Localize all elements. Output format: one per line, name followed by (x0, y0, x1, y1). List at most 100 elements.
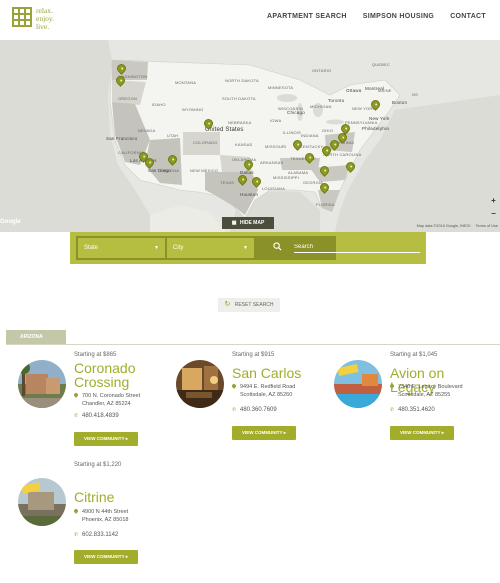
map-state-label: MISSOURI (265, 144, 287, 149)
map-state-label: IDAHO (152, 102, 166, 107)
map-state-label: COLORADO (193, 140, 218, 145)
community-photo[interactable] (18, 360, 66, 408)
phone-icon: ✆ (232, 407, 237, 413)
address: 9494 E. Redfield Road Scottsdale, AZ 852… (231, 383, 295, 399)
view-community-button[interactable]: VIEW COMMUNITY ▸ (232, 426, 296, 440)
map-state-label: ARKANSAS (260, 160, 284, 165)
logo-line: live. (36, 22, 50, 31)
community-name[interactable]: San Carlos (232, 366, 322, 380)
nav-apartment-search[interactable]: APARTMENT SEARCH (267, 13, 347, 20)
chevron-down-icon: ▼ (154, 245, 159, 251)
region-tab-arizona[interactable]: ARIZONA (6, 330, 66, 344)
map-state-label: INDIANA (301, 133, 319, 138)
address-line: Chandler, AZ 85224 (82, 401, 131, 407)
community-name[interactable]: Citrine (74, 490, 164, 504)
map-country-label: United States (205, 127, 244, 133)
map-state-label: MICHIGAN (310, 104, 332, 109)
phone[interactable]: ✆ 602.833.1142 (74, 532, 118, 538)
map-state-label: ONTARIO (312, 68, 332, 73)
map-city-label: Chicago (287, 110, 305, 115)
map-city-label: Houston (240, 192, 259, 197)
map-city-label: Boston (392, 100, 408, 105)
reset-search-label: RESET SEARCH (234, 302, 274, 308)
phone[interactable]: ✆ 480.418.4839 (74, 413, 119, 419)
state-select[interactable]: State ▼ (78, 238, 165, 258)
map-state-label: MISSISSIPPI (273, 175, 299, 180)
map-state-label: MINNESOTA (268, 85, 294, 90)
main-nav: APARTMENT SEARCH SIMPSON HOUSING CONTACT (251, 13, 486, 20)
logo-text: relax. enjoy. live. (36, 7, 54, 31)
site-header: relax. enjoy. live. APARTMENT SEARCH SIM… (0, 0, 500, 40)
phone-icon: ✆ (74, 532, 79, 538)
phone[interactable]: ✆ 480.351.4620 (390, 407, 435, 413)
map-attribution-text: Map data ©2016 Google, INEGI (416, 224, 471, 228)
phone-number: 480.418.4839 (82, 413, 119, 419)
logo-grid-icon (12, 7, 32, 27)
map-city-label: San Francisco (106, 136, 138, 141)
listing-card: Starting at $865 Coronado Crossing 700 N… (6, 350, 161, 460)
search-input[interactable] (294, 241, 420, 253)
terms-link[interactable]: Terms of Use (476, 224, 498, 228)
map-state-label: NEW MEXICO (190, 168, 219, 173)
community-photo[interactable] (334, 360, 382, 408)
map-city-label: Philadelphia (362, 126, 389, 131)
map-state-label: LOUISIANA (262, 186, 286, 191)
zoom-in-button[interactable]: + (489, 196, 498, 205)
starting-price: Starting at $1,220 (74, 462, 122, 468)
search-icon[interactable] (273, 242, 282, 251)
us-map-shape (0, 40, 500, 232)
map-state-label: NS (412, 92, 418, 97)
state-select-label: State (84, 245, 99, 251)
view-community-button[interactable]: VIEW COMMUNITY ▸ (74, 550, 138, 564)
phone-number: 480.360.7609 (240, 407, 277, 413)
map-state-label: IOWA (270, 118, 282, 123)
hide-map-label: HIDE MAP (239, 220, 265, 226)
map-icon: ▦ (231, 220, 237, 226)
map-state-label: KENTUCKY (300, 144, 324, 149)
map-state-label: QUEBEC (372, 62, 391, 67)
reset-search-button[interactable]: ↻ RESET SEARCH (218, 298, 280, 312)
map-view[interactable]: WASHINGTON MONTANA NORTH DAKOTA MINNESOT… (0, 40, 500, 232)
map-state-label: SOUTH DAKOTA (222, 96, 256, 101)
map-city-label: Montreal (365, 86, 385, 91)
chevron-down-icon: ▼ (243, 245, 248, 251)
address: 700 N. Coronado Street Chandler, AZ 8522… (73, 392, 141, 408)
address-line: Phoenix, AZ 85018 (82, 517, 129, 523)
google-logo: Google (0, 219, 21, 225)
map-state-label: NORTH DAKOTA (225, 78, 259, 83)
phone[interactable]: ✆ 480.360.7609 (232, 407, 277, 413)
phone-number: 602.833.1142 (82, 532, 119, 538)
community-photo[interactable] (176, 360, 224, 408)
address-line: 700 N. Coronado Street (82, 393, 141, 399)
listing-card: Starting at $915 San Carlos 9494 E. Redf… (164, 350, 319, 460)
nav-contact[interactable]: CONTACT (450, 13, 486, 20)
address: 4900 N 44th Street Phoenix, AZ 85018 (73, 508, 129, 524)
zoom-out-button[interactable]: − (489, 209, 498, 218)
listing-card: Starting at $1,045 Avion on Legacy 7340 … (322, 350, 477, 460)
hide-map-button[interactable]: ▦ HIDE MAP (222, 217, 274, 229)
map-state-label: TEXAS (220, 180, 235, 185)
starting-price: Starting at $915 (232, 352, 275, 358)
map-state-label: ILLINOIS (283, 130, 302, 135)
region-divider (6, 344, 500, 345)
map-state-label: MONTANA (175, 80, 197, 85)
phone-icon: ✆ (390, 407, 395, 413)
logo[interactable]: relax. enjoy. live. (12, 7, 54, 31)
nav-simpson-housing[interactable]: SIMPSON HOUSING (363, 13, 434, 20)
map-city-label: New York (369, 116, 390, 121)
community-photo[interactable] (18, 478, 66, 526)
phone-number: 480.351.4620 (398, 407, 435, 413)
map-state-label: WYOMING (182, 107, 204, 112)
phone-icon: ✆ (74, 413, 79, 419)
city-select[interactable]: City ▼ (167, 238, 254, 258)
map-state-label: FLORIDA (316, 202, 335, 207)
starting-price: Starting at $865 (74, 352, 117, 358)
view-community-button[interactable]: VIEW COMMUNITY ▸ (390, 426, 454, 440)
starting-price: Starting at $1,045 (390, 352, 438, 358)
view-community-button[interactable]: VIEW COMMUNITY ▸ (74, 432, 138, 446)
community-name[interactable]: Coronado Crossing (74, 361, 164, 389)
map-state-label: UTAH (167, 133, 179, 138)
address-line: Scottsdale, AZ 85260 (240, 392, 293, 398)
listing-card: Starting at $1,220 Citrine 4900 N 44th S… (6, 460, 161, 570)
map-state-label: ALABAMA (288, 170, 309, 175)
